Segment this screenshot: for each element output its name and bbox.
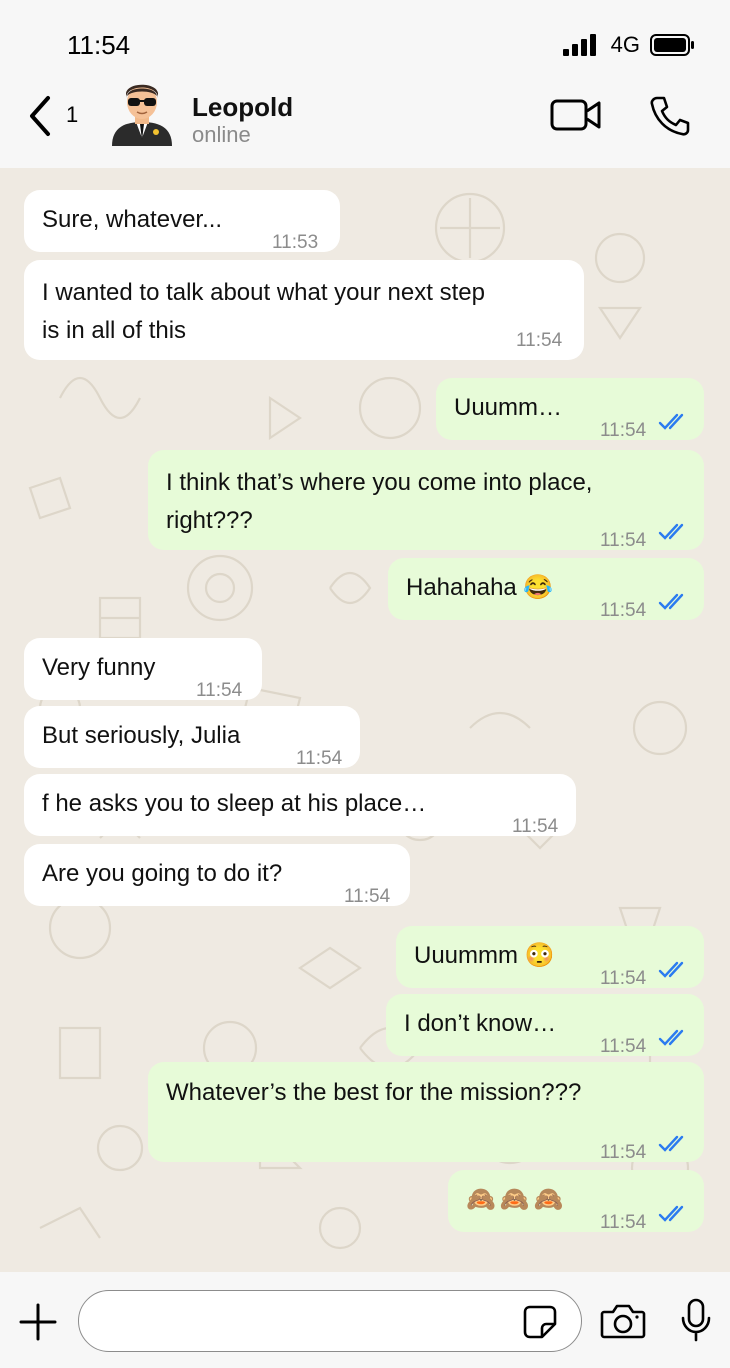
message-outgoing[interactable]: 🙈🙈🙈 11:54: [448, 1170, 704, 1233]
message-input-bar: [0, 1272, 730, 1368]
voice-call-icon[interactable]: [648, 94, 692, 138]
read-receipt-icon: [658, 1029, 684, 1046]
message-outgoing[interactable]: Hahahaha 😂 11:54: [388, 558, 704, 621]
message-incoming[interactable]: But seriously, Julia 11:54: [24, 706, 360, 769]
message-time: 11:54: [600, 600, 647, 621]
back-chevron-icon[interactable]: [26, 94, 58, 138]
message-incoming[interactable]: Very funny 11:54: [24, 638, 262, 701]
message-time: 11:54: [600, 530, 647, 551]
message-outgoing[interactable]: Uuumm… 11:54: [436, 378, 704, 441]
read-receipt-icon: [658, 1205, 684, 1222]
message-text: I don’t know…: [404, 1010, 557, 1037]
message-input[interactable]: [78, 1290, 582, 1352]
message-incoming[interactable]: f he asks you to sleep at his place… 11:…: [24, 774, 576, 837]
network-type: 4G: [610, 32, 640, 57]
message-text: Uuumm…: [454, 394, 563, 421]
message-text: f he asks you to sleep at his place…: [42, 790, 427, 817]
message-outgoing[interactable]: I think that’s where you come into place…: [148, 450, 704, 551]
message-emoji: 🙈🙈🙈: [466, 1186, 568, 1213]
message-outgoing[interactable]: Whatever’s the best for the mission??? 1…: [148, 1062, 704, 1163]
message-text: Very funny: [42, 654, 156, 681]
message-incoming[interactable]: Are you going to do it? 11:54: [24, 844, 410, 907]
contact-status: online: [192, 122, 251, 147]
read-receipt-icon: [658, 593, 684, 610]
message-text: Sure, whatever...: [42, 206, 223, 233]
message-text-line: is in all of this: [42, 317, 187, 344]
message-text: Are you going to do it?: [42, 860, 283, 887]
read-receipt-icon: [658, 1135, 684, 1152]
plus-icon[interactable]: [18, 1302, 58, 1342]
battery-icon: [650, 34, 694, 56]
signal-icon: [562, 34, 596, 56]
message-time: 11:54: [600, 1142, 647, 1163]
message-time: 11:54: [516, 330, 563, 351]
message-time: 11:54: [344, 886, 391, 907]
status-bar: 11:54 4G: [0, 0, 730, 88]
status-time: 11:54: [67, 30, 131, 60]
contact-avatar[interactable]: [108, 78, 176, 146]
message-text: Hahahaha 😂: [406, 574, 554, 601]
network-indicators: 4G: [562, 32, 696, 58]
message-outgoing[interactable]: I don’t know… 11:54: [386, 994, 704, 1057]
chat-header: 1 Leopold online: [0, 84, 730, 168]
read-receipt-icon: [658, 413, 684, 430]
message-time: 11:54: [600, 1212, 647, 1233]
message-time: 11:54: [196, 680, 243, 701]
message-time: 11:54: [600, 420, 647, 441]
sticker-icon[interactable]: [522, 1304, 558, 1340]
message-text: But seriously, Julia: [42, 722, 241, 749]
message-time: 11:54: [512, 816, 559, 837]
message-text-line: right???: [166, 507, 253, 534]
read-receipt-icon: [658, 961, 684, 978]
read-receipt-icon: [658, 523, 684, 540]
message-text-line: I wanted to talk about what your next st…: [42, 279, 485, 306]
camera-icon[interactable]: [600, 1302, 646, 1340]
microphone-icon[interactable]: [680, 1298, 712, 1342]
message-text-line: I think that’s where you come into place…: [166, 469, 593, 496]
message-time: 11:54: [600, 1036, 647, 1057]
message-incoming[interactable]: I wanted to talk about what your next st…: [24, 260, 584, 360]
chat-area[interactable]: Sure, whatever... 11:53 I wanted to talk…: [0, 168, 730, 1272]
message-incoming[interactable]: Sure, whatever... 11:53: [24, 190, 340, 253]
contact-name[interactable]: Leopold: [192, 92, 293, 123]
message-outgoing[interactable]: Uuummm 😳 11:54: [396, 926, 704, 989]
message-time: 11:54: [600, 968, 647, 989]
message-time: 11:53: [272, 232, 319, 253]
message-text: Whatever’s the best for the mission???: [166, 1079, 582, 1106]
message-time: 11:54: [296, 748, 343, 769]
message-text: Uuummm 😳: [414, 942, 555, 969]
video-call-icon[interactable]: [550, 98, 602, 132]
unread-count[interactable]: 1: [66, 102, 78, 128]
